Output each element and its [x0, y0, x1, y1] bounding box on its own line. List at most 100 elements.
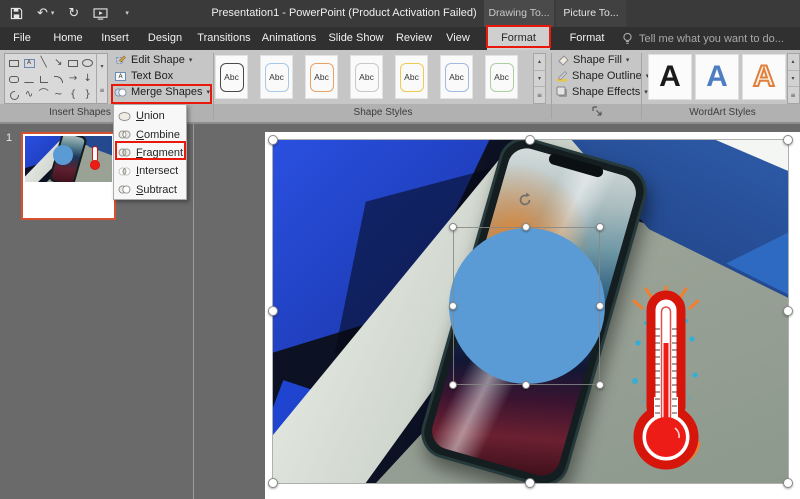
- customize-qat-button[interactable]: ▾: [122, 10, 129, 17]
- group-separator: [641, 53, 642, 119]
- save-icon: [10, 7, 23, 20]
- tab-format-picture-tools[interactable]: Format: [556, 27, 618, 50]
- shape-style-tile[interactable]: Abc: [395, 55, 428, 99]
- contextual-tab-drawing-tools[interactable]: Drawing To...: [484, 0, 554, 27]
- shape-arrow-line-icon[interactable]: ↘: [51, 55, 66, 71]
- picture-handle-top-right[interactable]: [783, 135, 793, 145]
- shape-selection-box: [453, 227, 600, 385]
- shape-style-tile[interactable]: Abc: [215, 55, 248, 99]
- gallery-more-icon[interactable]: ≡: [534, 87, 545, 103]
- shape-effects-button[interactable]: Shape Effects ▾: [556, 84, 648, 100]
- rotate-handle[interactable]: [517, 192, 533, 208]
- gallery-more-icon[interactable]: ≡: [788, 87, 799, 103]
- picture-handle-top-left[interactable]: [268, 135, 278, 145]
- shape-curved-connector-icon[interactable]: [51, 71, 66, 87]
- scroll-up-icon[interactable]: ▴: [534, 54, 545, 71]
- shape-oval-icon[interactable]: [80, 55, 95, 71]
- start-slideshow-button[interactable]: [93, 7, 108, 20]
- save-button[interactable]: [10, 7, 23, 20]
- shape-gallery-down-icon[interactable]: ▾: [100, 63, 103, 70]
- edit-shape-button[interactable]: Edit Shape ▾: [114, 52, 212, 68]
- text-box-button[interactable]: A Text Box: [114, 68, 212, 84]
- shape-styles-scrollbar[interactable]: ▴ ▾ ≡: [533, 53, 546, 104]
- shape-scribble-icon[interactable]: ∿: [22, 87, 37, 103]
- wordart-scrollbar[interactable]: ▴ ▾ ≡: [786, 53, 800, 104]
- scroll-down-icon[interactable]: ▾: [787, 71, 799, 88]
- menu-item-label: Subtract: [136, 183, 177, 196]
- tab-animations[interactable]: Animations: [256, 27, 322, 50]
- panel-divider[interactable]: [193, 124, 194, 499]
- wordart-style-tile[interactable]: A: [742, 54, 786, 100]
- contextual-tab-picture-tools[interactable]: Picture To...: [556, 0, 626, 27]
- shape-elbow-connector-icon[interactable]: [36, 71, 51, 87]
- picture-handle-bottom-right[interactable]: [783, 478, 793, 488]
- undo-caret-icon[interactable]: ▾: [51, 10, 55, 17]
- tab-view[interactable]: View: [438, 27, 478, 50]
- shape-handle-middle-left[interactable]: [449, 302, 457, 310]
- menu-item-subtract[interactable]: Subtract: [114, 181, 186, 199]
- shape-styles-gallery: Abc Abc Abc Abc Abc Abc Abc: [215, 55, 518, 99]
- shape-textbox-icon[interactable]: A: [22, 55, 37, 71]
- tab-transitions[interactable]: Transitions: [192, 27, 256, 50]
- picture-handle-bottom-middle[interactable]: [525, 478, 535, 488]
- shape-handle-top-middle[interactable]: [522, 223, 530, 231]
- shape-gallery-scroll[interactable]: ▾ ≡: [96, 54, 107, 103]
- shape-triangle-icon[interactable]: [22, 71, 37, 87]
- shape-rectangle-icon[interactable]: [7, 55, 22, 71]
- undo-button[interactable]: ↶ ▾: [37, 7, 54, 20]
- shape-fill-label: Shape Fill: [573, 54, 622, 66]
- shape-handle-bottom-right[interactable]: [596, 381, 604, 389]
- shape-fill-caret-icon: ▾: [625, 56, 630, 64]
- shape-style-tile[interactable]: Abc: [305, 55, 338, 99]
- menu-item-fragment[interactable]: Fragment: [114, 144, 186, 162]
- tab-review[interactable]: Review: [390, 27, 438, 50]
- shape-gallery-more-icon[interactable]: ≡: [99, 87, 104, 94]
- shape-style-tile[interactable]: Abc: [440, 55, 473, 99]
- shape-down-arrow-icon[interactable]: ↓: [80, 71, 95, 87]
- shape-style-tile[interactable]: Abc: [485, 55, 518, 99]
- shape-handle-bottom-left[interactable]: [449, 381, 457, 389]
- shape-handle-top-left[interactable]: [449, 223, 457, 231]
- picture-handle-middle-left[interactable]: [268, 306, 278, 316]
- scroll-up-icon[interactable]: ▴: [787, 54, 799, 71]
- shape-handle-top-right[interactable]: [596, 223, 604, 231]
- shape-rounded-rectangle-icon[interactable]: [7, 71, 22, 87]
- picture-handle-bottom-left[interactable]: [268, 478, 278, 488]
- tab-file[interactable]: File: [0, 27, 44, 50]
- shape-styles-dialog-launcher[interactable]: [592, 106, 603, 117]
- menu-item-intersect[interactable]: Intersect: [114, 162, 186, 180]
- tab-design[interactable]: Design: [138, 27, 192, 50]
- shape-fill-button[interactable]: Shape Fill ▾: [556, 52, 640, 68]
- shape-arc-icon[interactable]: ⌒: [36, 87, 51, 103]
- shape-right-brace-icon[interactable]: }: [80, 87, 95, 103]
- slide-thumbnail-1[interactable]: [21, 132, 116, 220]
- wordart-style-tile[interactable]: A: [695, 54, 739, 100]
- scroll-down-icon[interactable]: ▾: [534, 71, 545, 88]
- shape-handle-bottom-middle[interactable]: [522, 381, 530, 389]
- tell-me-box[interactable]: Tell me what you want to do...: [622, 27, 784, 50]
- shape-rectangle2-icon[interactable]: [66, 55, 81, 71]
- redo-button[interactable]: ↻: [68, 7, 79, 20]
- menu-item-combine[interactable]: Combine: [114, 125, 186, 143]
- shape-style-tile[interactable]: Abc: [350, 55, 383, 99]
- merge-shapes-button[interactable]: Merge Shapes ▾: [114, 84, 212, 100]
- tab-slide-show[interactable]: Slide Show: [322, 27, 390, 50]
- wordart-style-tile[interactable]: A: [648, 54, 692, 100]
- shape-line-icon[interactable]: ╲: [36, 55, 51, 71]
- tab-format-drawing-tools[interactable]: Format: [487, 27, 550, 50]
- wordart-gallery: A A A: [648, 54, 786, 100]
- shape-handle-middle-right[interactable]: [596, 302, 604, 310]
- shape-left-brace-icon[interactable]: {: [66, 87, 81, 103]
- picture-handle-top-middle[interactable]: [525, 135, 535, 145]
- shape-pie-icon[interactable]: [7, 87, 22, 103]
- shape-outline-button[interactable]: Shape Outline ▾: [556, 68, 649, 84]
- combine-icon: [118, 130, 131, 139]
- shape-curve-icon[interactable]: ~: [51, 87, 66, 103]
- shape-right-arrow-icon[interactable]: →: [66, 71, 81, 87]
- picture-handle-middle-right[interactable]: [783, 306, 793, 316]
- tab-home[interactable]: Home: [44, 27, 92, 50]
- tab-insert[interactable]: Insert: [92, 27, 138, 50]
- shape-outline-label: Shape Outline: [572, 70, 642, 82]
- shape-style-tile[interactable]: Abc: [260, 55, 293, 99]
- menu-item-union[interactable]: Union: [114, 107, 186, 125]
